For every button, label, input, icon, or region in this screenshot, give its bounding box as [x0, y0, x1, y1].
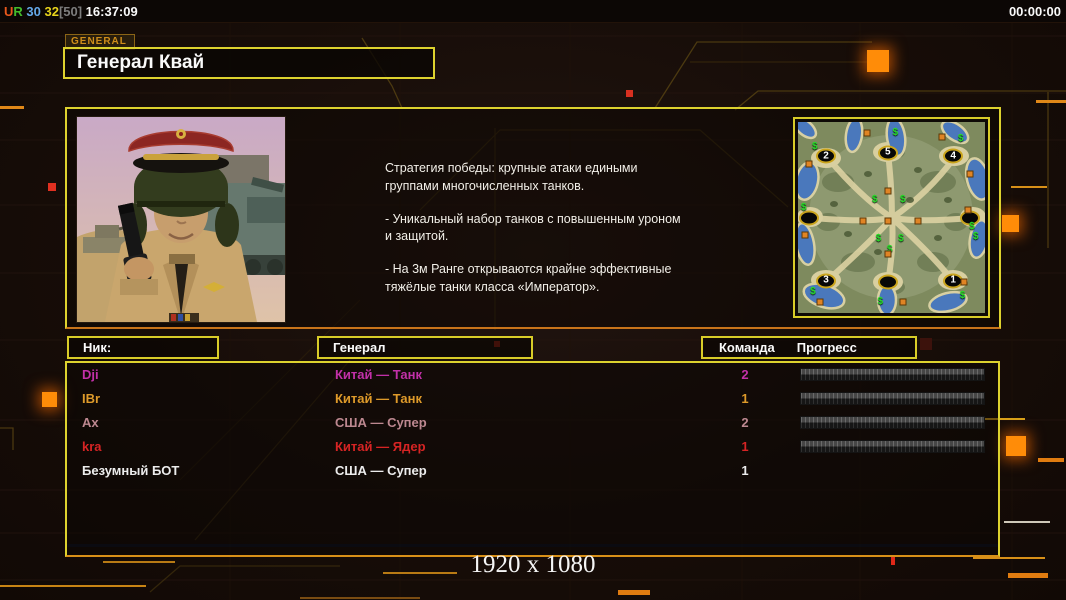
player-nick: IBr — [82, 391, 101, 406]
player-nick: Безумный БОТ — [82, 463, 180, 478]
status-segment: 32 — [40, 3, 59, 19]
player-nick: Ax — [82, 415, 99, 430]
player-row: Безумный БОТ США — Супер 1 — [67, 459, 998, 483]
glow-square-decor — [42, 392, 57, 407]
map-money-icon: $ — [871, 194, 878, 206]
map-start-position: 4 — [943, 148, 964, 164]
player-row: IBr Китай — Танк 1 — [67, 387, 998, 411]
glow-square-decor — [1006, 436, 1026, 456]
general-title: Генерал Квай — [77, 52, 205, 73]
circuit-decor — [1038, 458, 1064, 462]
map-supply-icon — [899, 298, 907, 306]
column-header-team: Команда — [719, 340, 775, 355]
map-supply-icon — [966, 170, 974, 178]
circuit-decor — [1036, 100, 1066, 103]
player-row: kra Китай — Ядер 1 — [67, 435, 998, 459]
map-supply-icon — [960, 278, 968, 286]
player-row: Ax США — Супер 2 — [67, 411, 998, 435]
player-nick: kra — [82, 439, 102, 454]
status-segment: [50] — [58, 3, 83, 19]
map-supply-icon — [859, 217, 867, 225]
circuit-decor — [1011, 186, 1047, 188]
column-header-nick: Ник: — [67, 336, 219, 359]
player-general: Китай — Танк — [335, 391, 422, 406]
map-supply-icon — [964, 206, 972, 214]
map-money-icon: $ — [877, 295, 884, 307]
circuit-decor — [618, 590, 650, 595]
map-supply-icon — [914, 217, 922, 225]
map-preview: 25431$$$$$$$$$$$$$$ — [793, 117, 990, 318]
player-team: 1 — [741, 391, 749, 406]
map-money-icon: $ — [810, 285, 816, 297]
player-row: Dji Китай — Танк 2 — [67, 363, 998, 387]
player-progress-bar — [800, 368, 985, 381]
map-money-icon: $ — [957, 133, 964, 145]
map-supply-icon — [884, 217, 892, 225]
circuit-decor — [1004, 521, 1050, 523]
general-portrait — [76, 116, 286, 323]
circuit-decor — [0, 106, 24, 109]
general-title-box: Генерал Квай — [63, 47, 435, 79]
map-money-icon: $ — [892, 127, 899, 139]
resolution-label: 1920 x 1080 — [470, 551, 596, 578]
column-header-team-progress: Команда Прогресс — [701, 336, 917, 359]
player-team: 1 — [741, 439, 749, 454]
player-team: 2 — [741, 367, 749, 382]
map-supply-icon — [884, 250, 892, 258]
map-money-icon: $ — [899, 194, 906, 206]
map-start-position: 2 — [816, 148, 837, 164]
circuit-decor — [0, 585, 146, 587]
glow-square-decor — [1002, 215, 1019, 232]
map-supply-icon — [801, 231, 809, 239]
circuit-decor — [48, 183, 56, 191]
map-money-icon: $ — [800, 201, 807, 213]
strategy-paragraph: - Уникальный набор танков с повышенным у… — [385, 211, 681, 244]
map-supply-icon — [884, 187, 892, 195]
player-progress-bar — [800, 392, 985, 405]
status-segment: R — [13, 3, 23, 19]
status-segment: 30 — [22, 3, 41, 19]
connection-status: UR 30 32[50] 16:37:09 — [0, 4, 138, 19]
player-general: США — Супер — [335, 415, 427, 430]
map-supply-icon — [805, 160, 813, 168]
general-info-panel: Стратегия победы: крупные атаки едиными … — [65, 107, 1001, 329]
top-bar: UR 30 32[50] 16:37:09 00:00:00 — [0, 0, 1066, 23]
player-progress-bar — [800, 416, 985, 429]
map-money-icon: $ — [812, 140, 818, 152]
status-segment: 16:37:09 — [82, 3, 138, 19]
map-start-position: 5 — [877, 145, 898, 161]
map-start-position: 3 — [816, 273, 837, 289]
map-supply-icon — [938, 133, 946, 141]
status-segment: U — [4, 3, 14, 19]
map-start-position — [877, 274, 898, 290]
player-general: Китай — Ядер — [335, 439, 426, 454]
map-supply-icon — [816, 298, 824, 306]
column-header-progress: Прогресс — [796, 340, 857, 355]
player-team: 1 — [741, 463, 749, 478]
strategy-text: Стратегия победы: крупные атаки едиными … — [385, 160, 715, 312]
column-header-general: Генерал — [317, 336, 533, 359]
map-money-icon: $ — [959, 289, 966, 301]
map-money-icon: $ — [972, 230, 979, 242]
player-list: Dji Китай — Танк 2 IBr Китай — Танк 1 Ax США — … — [65, 361, 1000, 557]
map-money-icon: $ — [898, 232, 904, 244]
strategy-paragraph: Стратегия победы: крупные атаки едиными … — [385, 161, 638, 193]
player-general: Китай — Танк — [335, 367, 422, 382]
player-nick: Dji — [82, 367, 99, 382]
player-general: США — Супер — [335, 463, 427, 478]
map-money-icon: $ — [875, 232, 882, 244]
circuit-decor — [920, 338, 932, 350]
player-progress-bar — [800, 440, 985, 453]
circuit-decor — [626, 90, 633, 97]
player-team: 2 — [741, 415, 749, 430]
glow-square-decor — [867, 50, 889, 72]
strategy-paragraph: - На 3м Ранге открываются крайне эффекти… — [385, 262, 672, 294]
map-supply-icon — [863, 129, 871, 137]
circuit-decor — [300, 597, 420, 599]
match-timer: 00:00:00 — [1008, 3, 1061, 19]
game-lobby-screen: UR 30 32[50] 16:37:09 00:00:00 GENERAL Г… — [0, 0, 1066, 600]
